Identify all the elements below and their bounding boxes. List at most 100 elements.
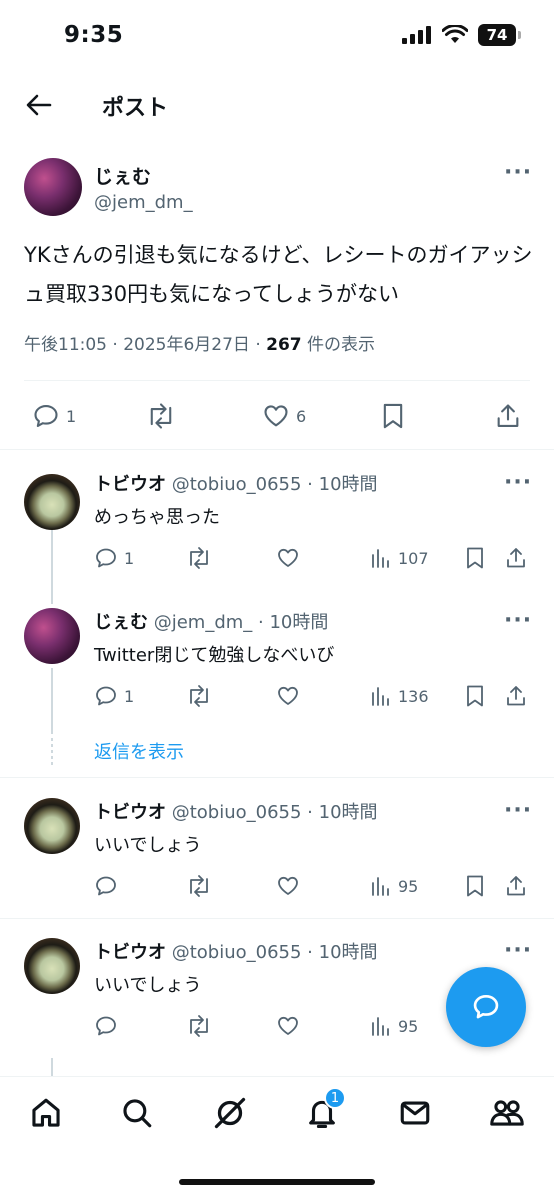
reply-icon <box>96 548 116 568</box>
more-options-button[interactable]: ··· <box>504 800 532 822</box>
thread-line <box>51 530 53 604</box>
tab-search[interactable] <box>117 1093 157 1133</box>
repost-button[interactable] <box>186 874 212 898</box>
like-button[interactable]: 6 <box>262 402 306 430</box>
share-button[interactable] <box>504 874 528 898</box>
reply-author-name[interactable]: トビウオ <box>94 802 166 823</box>
more-options-button[interactable]: ··· <box>504 940 532 962</box>
bookmark-icon <box>467 547 483 569</box>
avatar[interactable] <box>24 798 80 854</box>
reply-count: 1 <box>66 406 77 426</box>
view-count: 95 <box>398 876 419 896</box>
views-button[interactable]: 95 <box>370 874 418 898</box>
thread-line <box>51 668 53 734</box>
like-count: 6 <box>296 406 307 426</box>
heart-icon <box>278 876 298 895</box>
reply-text: いいでしょう <box>94 835 202 856</box>
reply-icon <box>34 405 58 427</box>
reply-button[interactable]: 1 <box>94 546 134 570</box>
avatar[interactable] <box>24 474 80 530</box>
avatar[interactable] <box>24 938 80 994</box>
tab-communities[interactable] <box>487 1093 527 1133</box>
reply-header: トビウオ @tobiuo_0655 · 10時間 <box>94 798 378 824</box>
grok-icon <box>214 1097 246 1129</box>
analytics-icon <box>372 877 389 896</box>
views-button[interactable]: 95 <box>370 1014 418 1038</box>
reply-text: めっちゃ思った <box>94 507 220 528</box>
like-button[interactable] <box>276 1014 300 1038</box>
reply-button[interactable] <box>94 874 118 898</box>
reply-author-name[interactable]: トビウオ <box>94 474 166 495</box>
views-button[interactable]: 136 <box>370 684 429 708</box>
repost-icon <box>190 1015 208 1037</box>
back-button[interactable] <box>22 88 56 122</box>
tab-grok[interactable] <box>210 1093 250 1133</box>
heart-icon <box>278 1016 298 1035</box>
more-options-button[interactable]: ··· <box>504 472 532 494</box>
analytics-icon <box>372 549 389 568</box>
reply-handle-time: @jem_dm_ · 10時間 <box>148 612 329 633</box>
repost-button[interactable] <box>186 546 212 570</box>
reply-button[interactable] <box>94 1014 118 1038</box>
share-button[interactable] <box>504 684 528 708</box>
like-button[interactable] <box>276 684 300 708</box>
bookmark-button[interactable] <box>464 546 486 570</box>
repost-button[interactable] <box>186 1014 212 1038</box>
bookmark-icon <box>467 685 483 707</box>
tab-home[interactable] <box>26 1093 66 1133</box>
heart-icon <box>278 548 298 567</box>
reply-button[interactable]: 1 <box>94 684 134 708</box>
views-button[interactable]: 107 <box>370 546 429 570</box>
divider <box>0 918 554 919</box>
tab-messages[interactable] <box>395 1093 435 1133</box>
thread-dots <box>51 738 53 766</box>
reply-bubble-icon <box>473 995 499 1019</box>
author-name[interactable]: じぇむ <box>94 162 151 189</box>
repost-icon <box>190 875 208 897</box>
bookmark-icon <box>383 403 403 429</box>
share-button[interactable] <box>504 546 528 570</box>
back-arrow-icon <box>26 94 52 116</box>
share-button[interactable] <box>494 402 522 430</box>
bookmark-button[interactable] <box>464 684 486 708</box>
more-options-button[interactable]: ··· <box>504 162 532 184</box>
post-timestamp: 午後11:05 · 2025年6月27日 · <box>24 335 267 355</box>
bookmark-button[interactable] <box>380 402 406 430</box>
reply-icon <box>96 686 116 706</box>
repost-icon <box>150 403 172 429</box>
more-options-button[interactable]: ··· <box>504 610 532 632</box>
compose-reply-button[interactable] <box>446 967 526 1047</box>
page-title: ポスト <box>102 96 169 121</box>
post-meta: 午後11:05 · 2025年6月27日 · 267 件の表示 <box>24 330 375 355</box>
show-replies-link[interactable]: 返信を表示 <box>94 738 184 764</box>
reply-header: トビウオ @tobiuo_0655 · 10時間 <box>94 938 378 964</box>
reply-author-name[interactable]: トビウオ <box>94 942 166 963</box>
author-handle[interactable]: @jem_dm_ <box>94 192 193 213</box>
repost-button[interactable] <box>146 402 176 430</box>
bookmark-button[interactable] <box>464 874 486 898</box>
repost-button[interactable] <box>186 684 212 708</box>
tab-notifications[interactable]: 1 <box>302 1087 346 1133</box>
status-time: 9:35 <box>64 22 124 48</box>
avatar[interactable] <box>24 158 82 216</box>
reply-icon <box>96 1016 116 1036</box>
thread-line <box>51 1058 53 1076</box>
reply-author-name[interactable]: じぇむ <box>94 612 148 633</box>
search-icon <box>123 1099 152 1128</box>
reply-text: Twitter閉じて勉強しなべいび <box>94 645 335 666</box>
analytics-icon <box>372 687 389 706</box>
post-text: YKさんの引退も気になるけど、レシートのガイアッシュ買取330円も気になってしょ… <box>24 243 533 306</box>
home-icon <box>32 1098 60 1127</box>
divider <box>0 777 554 778</box>
reply-button[interactable]: 1 <box>32 402 76 430</box>
view-count: 95 <box>398 1016 419 1036</box>
like-button[interactable] <box>276 874 300 898</box>
like-button[interactable] <box>276 546 300 570</box>
view-count: 267 <box>266 335 302 355</box>
heart-icon <box>264 405 288 427</box>
avatar[interactable] <box>24 608 80 664</box>
repost-icon <box>190 685 208 707</box>
reply-handle-time: @tobiuo_0655 · 10時間 <box>166 942 378 963</box>
share-icon <box>507 686 525 706</box>
reply-header: トビウオ @tobiuo_0655 · 10時間 <box>94 470 378 496</box>
